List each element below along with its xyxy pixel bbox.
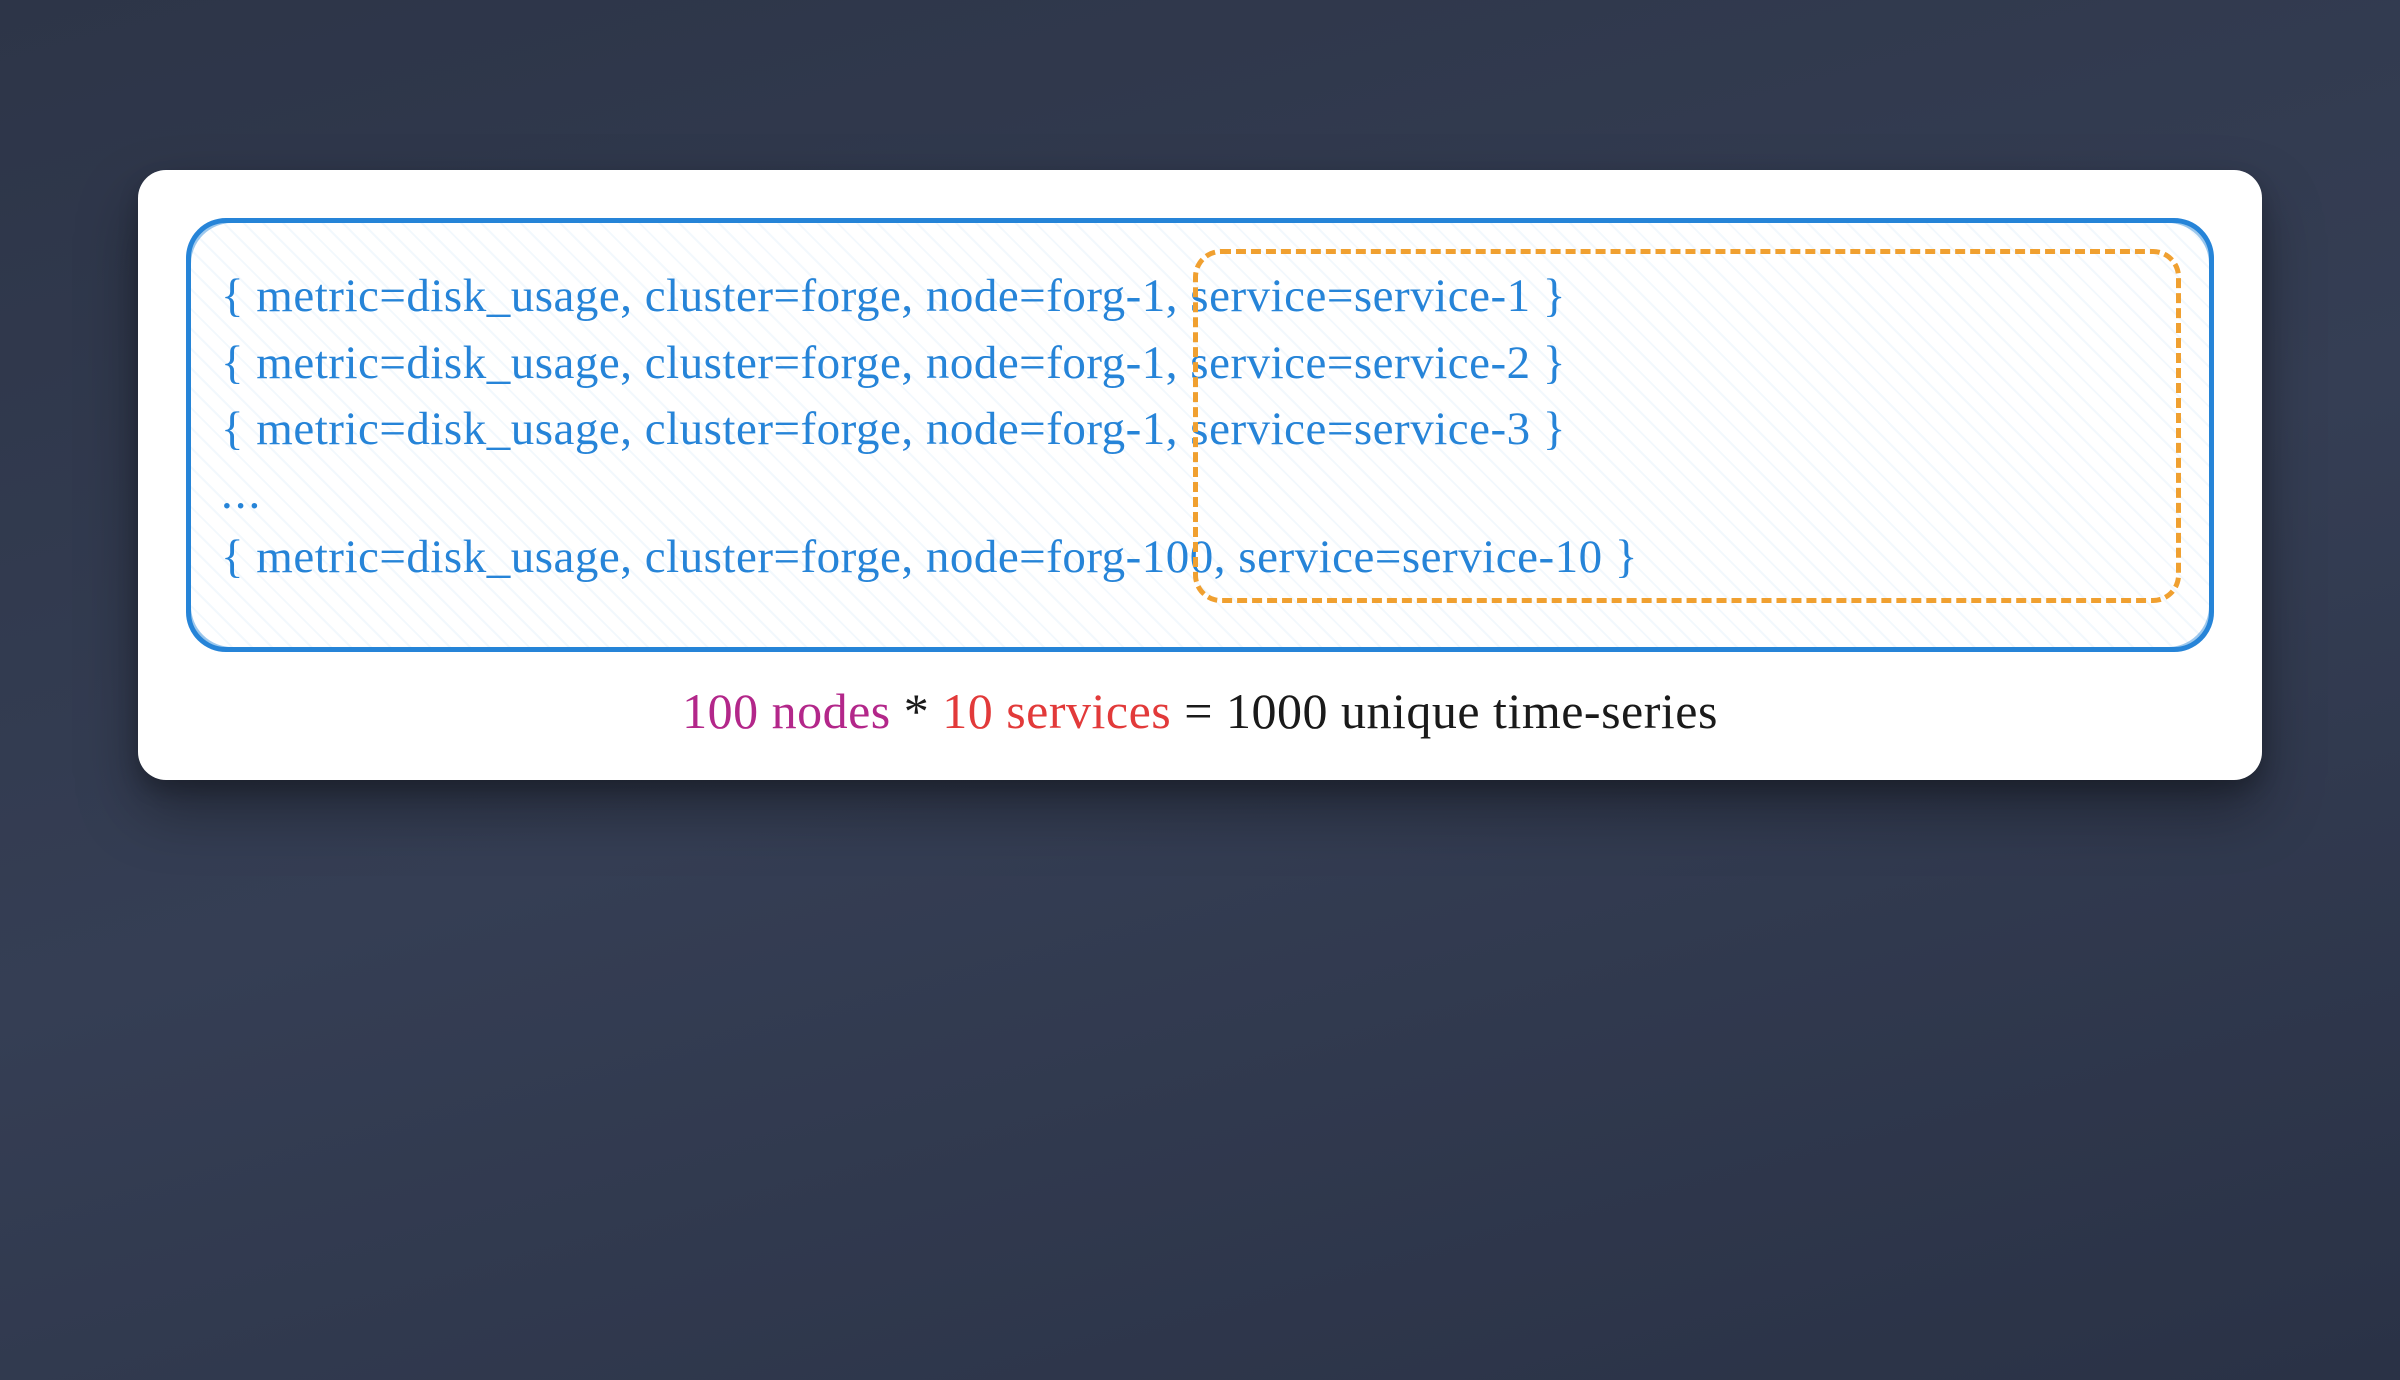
equals-symbol: = <box>1171 683 1226 739</box>
multiply-symbol: * <box>891 683 943 739</box>
diagram-card: { metric=disk_usage, cluster=forge, node… <box>138 170 2262 780</box>
metric-series-container: { metric=disk_usage, cluster=forge, node… <box>186 218 2214 652</box>
nodes-count-label: 100 nodes <box>682 683 891 739</box>
caption: 100 nodes * 10 services = 1000 unique ti… <box>186 682 2214 740</box>
metric-row-last: { metric=disk_usage, cluster=forge, node… <box>221 524 2179 591</box>
services-count-label: 10 services <box>942 683 1171 739</box>
metric-row: { metric=disk_usage, cluster=forge, node… <box>221 330 2179 397</box>
metric-row: { metric=disk_usage, cluster=forge, node… <box>221 263 2179 330</box>
metric-row: { metric=disk_usage, cluster=forge, node… <box>221 396 2179 463</box>
result-label: 1000 unique time-series <box>1226 683 1718 739</box>
ellipsis: ... <box>221 463 2179 524</box>
